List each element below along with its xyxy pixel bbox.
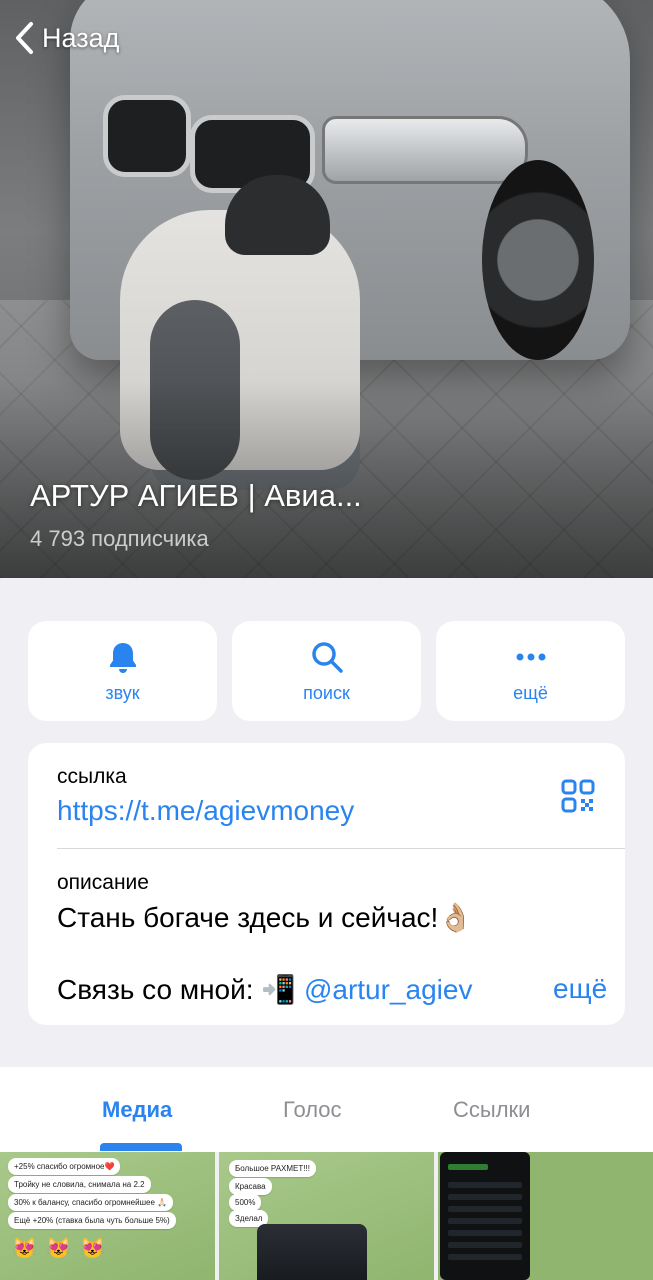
chevron-left-icon [16,22,33,54]
active-tab-indicator [100,1143,182,1151]
screenshot-row [448,1230,522,1236]
media-thumbnail[interactable]: +25% спасибо огромное❤️ Тройку не словил… [0,1152,215,1280]
chat-bubble: 500% [229,1194,262,1211]
divider [57,848,625,849]
sound-label: звук [105,682,140,703]
media-thumbnail[interactable] [438,1152,653,1280]
more-label: ещё [513,682,548,703]
chat-bubble: Ещё +20% (ставка была чуть больше 5%) [8,1212,176,1229]
more-icon [516,653,545,660]
search-icon [311,641,343,673]
car-wheel [482,160,594,360]
contact-handle-link[interactable]: @artur_agiev [304,974,473,1005]
action-buttons: звук поиск ещё [28,621,625,721]
link-label: ссылка [57,765,127,788]
chat-bubble: 30% к балансу, спасибо огромнейшее 🙏🏻 [8,1194,174,1211]
car-headlight [322,116,528,184]
media-tabs: Медиа Голос Ссылки [0,1067,653,1152]
screenshot-row [448,1218,522,1224]
description-label: описание [57,871,149,894]
channel-link[interactable]: https://t.me/agievmoney [57,795,354,827]
description-more-link[interactable]: ещё [543,973,608,1005]
channel-info-card: ссылка https://t.me/agievmoney описание … [28,743,625,1025]
contact-prefix: Связь со мной: 📲 [57,974,297,1005]
sound-button[interactable]: звук [28,621,217,721]
search-button[interactable]: поиск [232,621,421,721]
tab-links[interactable]: Ссылки [453,1097,530,1123]
contact-line: Связь со мной: 📲 @artur_agiev [57,973,472,1006]
chat-bubble: Большое РАХМЕТ!!! [229,1160,316,1177]
qr-code-icon[interactable] [560,778,596,814]
more-button[interactable]: ещё [436,621,625,721]
chat-bubble: Тройку не словила, снимала на 2.2 [8,1176,151,1193]
phone-screenshot [440,1152,530,1280]
chat-bubble: Красава [229,1178,272,1195]
car-grille-left [103,95,191,177]
subscriber-count: 4 793 подписчика [30,526,209,551]
emoji: 😻 [46,1238,71,1260]
media-thumbnail[interactable]: Большое РАХМЕТ!!! Красава 500% Зделал [219,1152,434,1280]
screenshot-row [448,1254,522,1260]
description-text: Стань богаче здесь и сейчас!👌🏼 [57,902,474,933]
tab-voice[interactable]: Голос [283,1097,342,1123]
image-in-chat [257,1224,367,1280]
back-label: Назад [42,22,120,53]
screenshot-row [448,1194,522,1200]
screenshot-row [448,1206,522,1212]
tab-media[interactable]: Медиа [102,1097,172,1123]
back-button[interactable]: Назад [12,20,119,56]
media-grid: +25% спасибо огромное❤️ Тройку не словил… [0,1152,653,1280]
screenshot-row [448,1242,522,1248]
bell-icon [109,642,136,673]
channel-cover-photo: Назад АРТУР АГИЕВ | Авиа... 4 793 подпис… [0,0,653,578]
chat-bubble: +25% спасибо огромное❤️ [8,1158,121,1175]
search-label: поиск [303,682,350,703]
screenshot-row [448,1164,488,1170]
emoji: 😻 [80,1238,105,1260]
channel-title: АРТУР АГИЕВ | Авиа... [30,478,362,513]
emoji: 😻 [12,1238,37,1260]
screenshot-row [448,1182,522,1188]
